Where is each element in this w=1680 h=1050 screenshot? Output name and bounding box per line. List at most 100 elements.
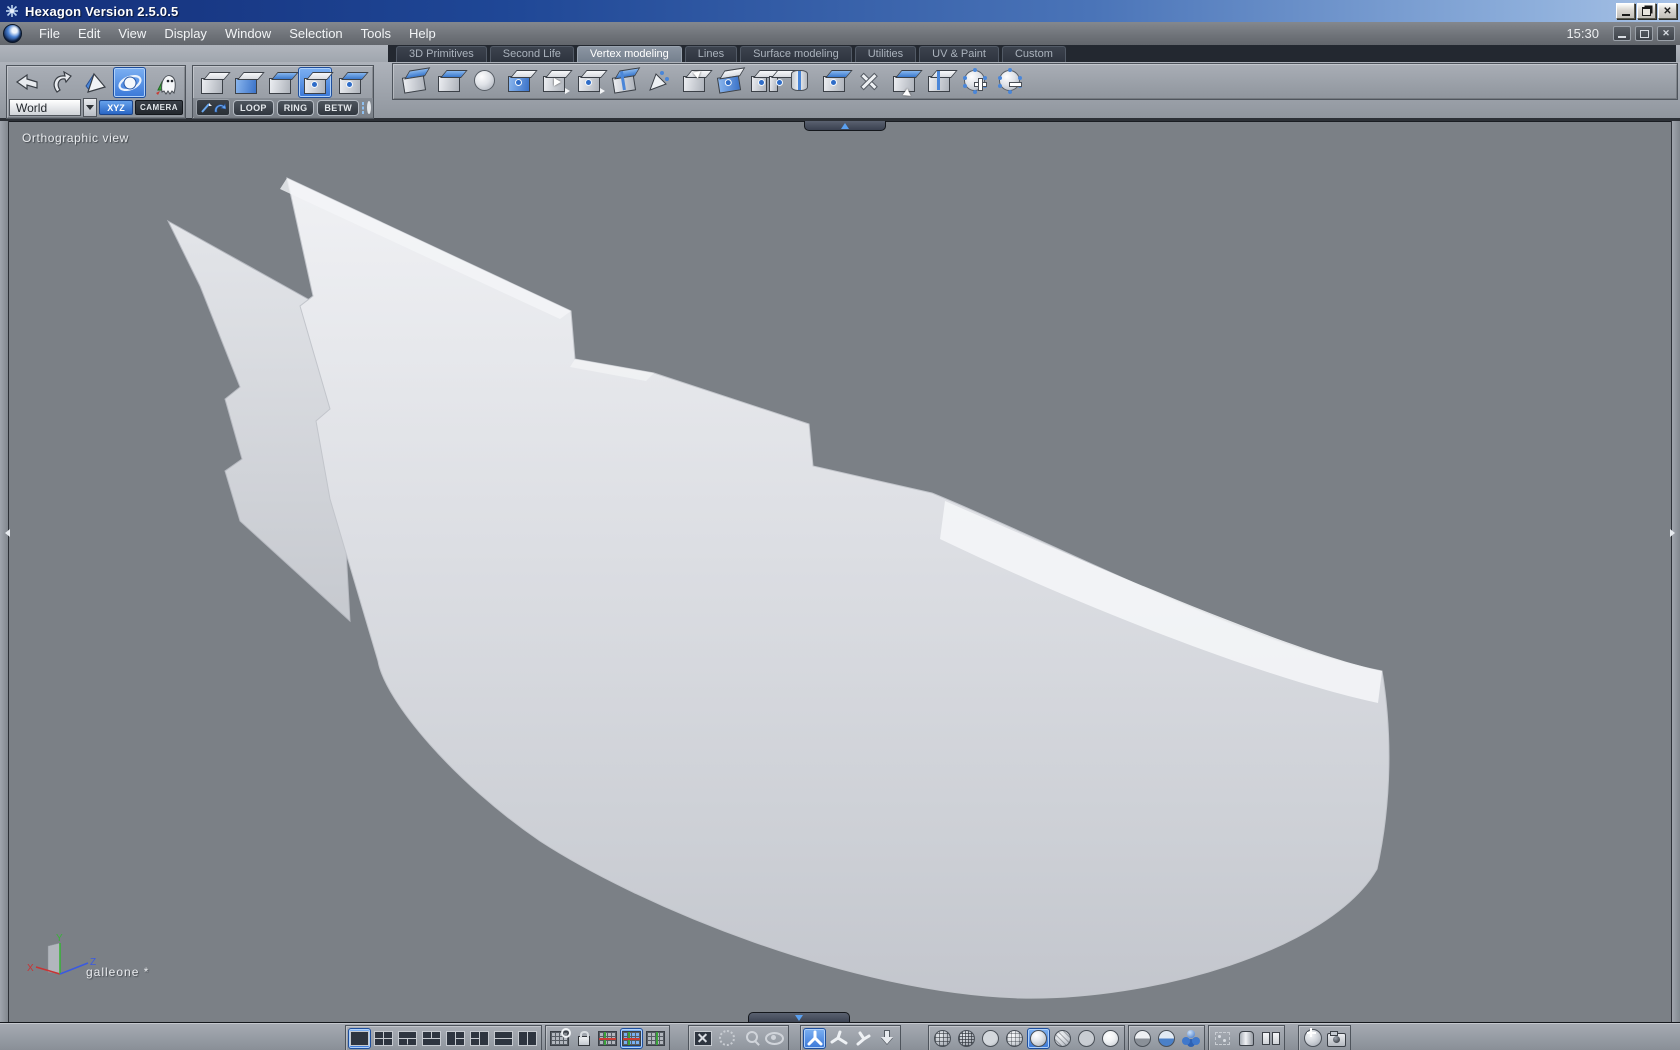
shaded-wireframe-icon[interactable] [1003, 1028, 1026, 1049]
menu-view[interactable]: View [109, 24, 155, 43]
smooth-shaded-icon[interactable] [1027, 1027, 1050, 1049]
clone-panels-icon[interactable] [1259, 1028, 1282, 1049]
bend-icon[interactable] [609, 66, 639, 96]
visibility-eye-icon[interactable] [763, 1028, 786, 1049]
tab-lines[interactable]: Lines [684, 46, 738, 62]
menu-help[interactable]: Help [400, 24, 445, 43]
menu-selection[interactable]: Selection [280, 24, 351, 43]
grid-front-icon[interactable] [596, 1028, 619, 1049]
menu-edit[interactable]: Edit [69, 24, 109, 43]
grid-link-icon[interactable] [548, 1027, 571, 1049]
tab-uv-paint[interactable]: UV & Paint [919, 46, 999, 62]
doc-maximize-icon[interactable] [1635, 26, 1653, 41]
loop-button[interactable]: LOOP [233, 99, 274, 116]
left-panel-handle[interactable] [0, 121, 10, 1022]
minimize-icon[interactable] [1616, 3, 1635, 19]
zoom-region-icon[interactable] [739, 1028, 762, 1049]
select-object-cube-icon[interactable] [196, 68, 228, 97]
select-auto-cube-icon[interactable] [334, 68, 366, 97]
hidden-line-icon[interactable] [955, 1028, 978, 1049]
manipulator-menu-arrow-icon[interactable] [875, 1028, 898, 1049]
bright-shaded-icon[interactable] [1099, 1028, 1122, 1049]
dynamic-geometry-ghost-icon[interactable] [149, 68, 180, 97]
betw-button[interactable]: BETW [317, 99, 360, 116]
flat-no-wire-icon[interactable] [1075, 1028, 1098, 1049]
inset-icon[interactable] [504, 66, 534, 96]
pan-view-icon[interactable] [715, 1028, 738, 1049]
extrude-curl-icon[interactable] [889, 66, 919, 102]
open-cylinder-icon[interactable] [1235, 1028, 1258, 1049]
select-face-cube-icon[interactable] [230, 68, 262, 97]
bridge-icon[interactable] [749, 66, 782, 96]
galleone-model[interactable] [8, 122, 1672, 1023]
tab-vertex-modeling[interactable]: Vertex modeling [576, 46, 682, 62]
transparent-half-icon[interactable] [1155, 1028, 1178, 1049]
soft-selection-icon[interactable] [644, 66, 674, 96]
camera-button[interactable]: CAMERA [135, 100, 183, 115]
menu-display[interactable]: Display [155, 24, 216, 43]
doc-close-icon[interactable]: ✕ [1657, 26, 1675, 41]
tab-utilities[interactable]: Utilities [854, 46, 917, 62]
menu-tools[interactable]: Tools [352, 24, 400, 43]
flip-icon[interactable] [679, 65, 709, 96]
layout-2-cols-icon[interactable] [516, 1028, 539, 1049]
ghost-cube-icon[interactable] [1211, 1028, 1234, 1049]
stretch-icon[interactable] [714, 66, 744, 96]
workspace-select[interactable]: World [9, 99, 82, 116]
weld-icon[interactable] [784, 66, 814, 96]
manipulator-universal-icon[interactable] [803, 1027, 826, 1049]
smooth-plus-icon[interactable] [959, 66, 989, 96]
tab-custom[interactable]: Custom [1001, 46, 1066, 62]
tab-second-life[interactable]: Second Life [489, 46, 574, 62]
layout-left2-right1-icon[interactable] [468, 1028, 491, 1049]
top-panel-handle[interactable] [804, 121, 886, 131]
flyout-arrow-icon[interactable] [600, 87, 608, 94]
flyout-arrow-icon[interactable] [565, 87, 573, 94]
layout-quad-icon[interactable] [372, 1028, 395, 1049]
right-panel-handle[interactable] [1670, 121, 1680, 1022]
viewport-canvas[interactable]: Orthographic view X Y Z galleone * [8, 121, 1672, 1023]
tab-surface-modeling[interactable]: Surface modeling [740, 46, 852, 62]
layout-top2-bottom1-icon[interactable] [420, 1028, 443, 1049]
multi-select-spheres-icon[interactable] [1179, 1028, 1202, 1049]
select-edge-cube-icon[interactable] [264, 68, 296, 97]
flat-shaded-icon[interactable] [979, 1028, 1002, 1049]
menu-window[interactable]: Window [216, 24, 280, 43]
grid-top-icon[interactable] [620, 1027, 643, 1049]
close-icon[interactable]: ✕ [1658, 3, 1677, 19]
fit-view-icon[interactable] [691, 1028, 714, 1049]
lasso-select-icon[interactable] [213, 102, 226, 114]
layout-2-rows-icon[interactable] [492, 1028, 515, 1049]
chamfer-icon[interactable] [399, 66, 429, 96]
manipulator-move-icon[interactable] [827, 1028, 850, 1049]
layout-top1-bottom2-icon[interactable] [396, 1028, 419, 1049]
camera-snapshot-icon[interactable] [1325, 1028, 1348, 1049]
textured-wireframe-icon[interactable] [1051, 1028, 1074, 1049]
menu-file[interactable]: File [30, 24, 69, 43]
smooth-minus-icon[interactable] [994, 66, 1024, 96]
mirror-icon[interactable] [924, 66, 954, 96]
sweep-icon[interactable] [854, 66, 884, 96]
universal-manipulator-sphere-icon[interactable] [113, 67, 146, 98]
grid-right-icon[interactable] [644, 1028, 667, 1049]
select-vertex-cube-icon[interactable] [298, 67, 332, 98]
doc-minimize-icon[interactable] [1613, 26, 1631, 41]
close-hole-icon[interactable] [819, 66, 849, 96]
ellipse-select-icon[interactable] [367, 101, 372, 114]
select-transform-icon[interactable] [79, 68, 110, 97]
restore-icon[interactable] [1637, 3, 1656, 19]
ring-button[interactable]: RING [276, 99, 315, 116]
backface-half-icon[interactable] [1131, 1028, 1154, 1049]
tab-3d-primitives[interactable]: 3D Primitives [396, 46, 487, 62]
layout-single-icon[interactable] [348, 1027, 371, 1049]
wireframe-icon[interactable] [931, 1028, 954, 1049]
paint-select-icon[interactable] [200, 102, 212, 114]
redo-icon[interactable] [45, 68, 76, 97]
marquee-select-icon[interactable] [362, 101, 365, 114]
xyz-button[interactable]: XYZ [99, 100, 133, 115]
extrude-face-icon[interactable] [434, 66, 464, 96]
render-sphere-icon[interactable] [1301, 1028, 1324, 1049]
manipulator-rotate-icon[interactable] [851, 1028, 874, 1049]
tessellate-smooth-icon[interactable] [469, 66, 499, 96]
undo-icon[interactable] [11, 68, 42, 97]
